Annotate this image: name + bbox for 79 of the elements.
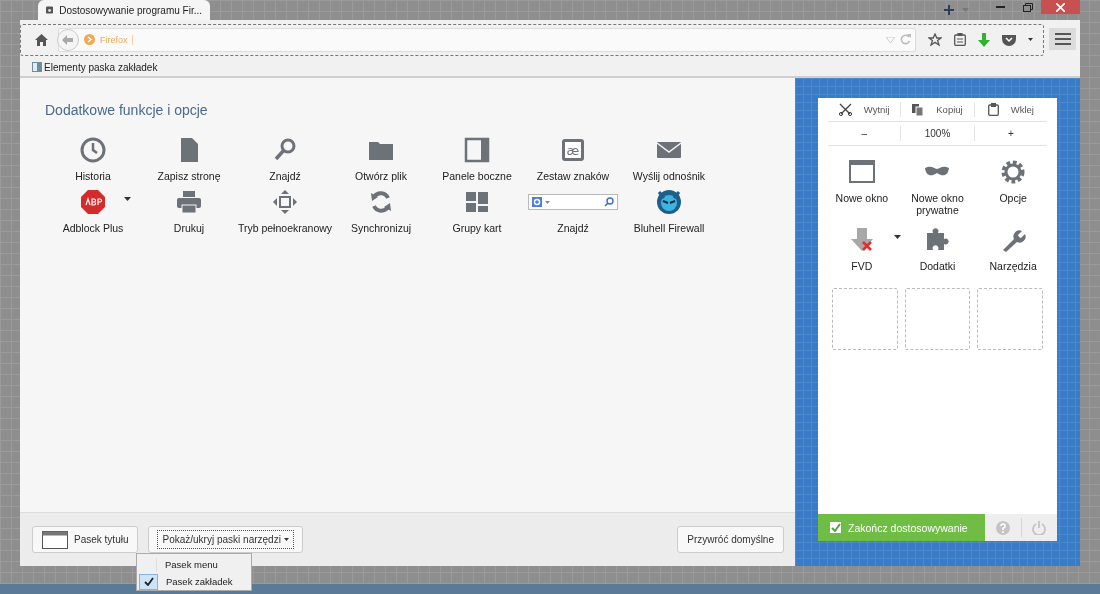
toolbars-dropdown-button[interactable]: Pokaż/ukryj paski narzędzi xyxy=(148,526,303,553)
menu-panel-item[interactable]: FVD xyxy=(824,226,900,272)
minimize-icon xyxy=(996,6,1005,8)
magnifier-icon xyxy=(272,137,298,163)
engine-icon[interactable] xyxy=(532,197,542,207)
palette-item[interactable]: Zapisz stronę xyxy=(141,136,237,182)
power-icon xyxy=(1032,520,1047,535)
menu-item[interactable]: Pasek zakładek xyxy=(139,573,249,590)
tiles-icon xyxy=(464,189,490,215)
sidebar-icon xyxy=(464,137,490,163)
identity-label: Firefox xyxy=(100,34,133,45)
restore-icon xyxy=(1022,2,1033,12)
menu-item[interactable]: Pasek menu xyxy=(139,556,249,573)
browser-tab[interactable]: Dostosowywanie programu Fir... xyxy=(38,0,210,20)
palette-item[interactable]: Panele boczne xyxy=(429,136,525,182)
edit-button[interactable]: Kopiuj xyxy=(901,102,975,117)
caret-icon[interactable] xyxy=(1028,38,1033,41)
palette-item[interactable]: Synchronizuj xyxy=(333,188,429,234)
menu-panel-item[interactable]: Nowe okno prywatne xyxy=(899,158,976,216)
download-icon[interactable] xyxy=(978,32,990,47)
restore-defaults-button[interactable]: Przywróć domyślne xyxy=(677,526,784,553)
zoom-in-button[interactable]: + xyxy=(974,126,1047,141)
palette-item[interactable]: Drukuj xyxy=(141,188,237,234)
window-icon xyxy=(42,530,68,549)
palette-item[interactable]: Adblock Plus xyxy=(45,188,141,234)
star-icon[interactable] xyxy=(928,32,942,47)
caret-icon[interactable] xyxy=(893,235,901,239)
edit-button[interactable]: Wytnij xyxy=(828,102,902,117)
close-button[interactable] xyxy=(1041,0,1080,14)
zoom-reset-button[interactable]: 100% xyxy=(901,126,975,141)
ae-glyph-icon: æ xyxy=(560,137,586,163)
caret-icon[interactable] xyxy=(124,197,131,201)
scissors-icon xyxy=(838,103,852,116)
empty-slot xyxy=(832,288,898,350)
menu-panel-item[interactable]: Opcje xyxy=(975,158,1051,216)
empty-slot xyxy=(977,288,1043,350)
globe-icon xyxy=(84,34,95,45)
palette-item[interactable]: Wyślij odnośnik xyxy=(621,136,717,182)
clock-icon xyxy=(80,137,106,163)
sync-icon xyxy=(368,189,394,215)
palette-item[interactable]: æ Zestaw znaków xyxy=(525,136,621,182)
tab-title: Dostosowywanie programu Fir... xyxy=(59,4,202,16)
window-icon xyxy=(847,159,876,185)
caret-icon xyxy=(283,538,289,541)
palette-item[interactable]: Historia xyxy=(45,136,141,182)
printer-icon xyxy=(176,189,202,215)
search-icon[interactable] xyxy=(604,197,614,207)
stop-sign-icon xyxy=(80,189,106,215)
palette-item[interactable]: Znajdź xyxy=(237,136,333,182)
close-icon xyxy=(1056,2,1065,12)
bookmarks-icon xyxy=(32,62,42,72)
gear-icon xyxy=(46,4,54,16)
menu-button[interactable] xyxy=(1049,28,1076,50)
copy-icon xyxy=(912,103,925,116)
empty-slot xyxy=(904,288,971,350)
bookmarks-toolbar-label: Elementy paska zakładek xyxy=(44,61,158,73)
title-bar-button[interactable]: Pasek tytułu xyxy=(32,526,139,553)
palette-title: Dodatkowe funkcje i opcje xyxy=(45,102,209,118)
edit-button[interactable]: Wklej xyxy=(974,102,1047,117)
palette-item[interactable]: Grupy kart xyxy=(429,188,525,234)
arrows-icon xyxy=(272,189,298,215)
menu-panel-item[interactable]: Narzędzia xyxy=(975,226,1051,272)
menu-icon xyxy=(1054,33,1071,45)
search-field[interactable] xyxy=(528,194,618,210)
pocket-icon[interactable] xyxy=(1002,33,1016,46)
menu-panel-item[interactable]: Nowe okno xyxy=(824,158,900,216)
search-widget[interactable]: Znajdź xyxy=(525,188,621,234)
clipboard-icon[interactable] xyxy=(954,33,966,46)
help-icon xyxy=(995,520,1010,535)
checkbox[interactable] xyxy=(830,522,841,533)
palette-item[interactable]: Bluhell Firewall xyxy=(621,188,717,234)
zoom-out-button[interactable]: – xyxy=(828,126,902,141)
orb-icon xyxy=(656,189,682,215)
menu-panel-item[interactable]: Dodatki xyxy=(899,226,976,272)
palette-item[interactable]: Otwórz plik xyxy=(333,136,429,182)
palette-item[interactable]: Tryb pełnoekranowy xyxy=(237,188,333,234)
home-icon[interactable] xyxy=(35,33,48,46)
clipboard-icon xyxy=(987,103,999,116)
new-tab-icon[interactable] xyxy=(944,5,954,15)
